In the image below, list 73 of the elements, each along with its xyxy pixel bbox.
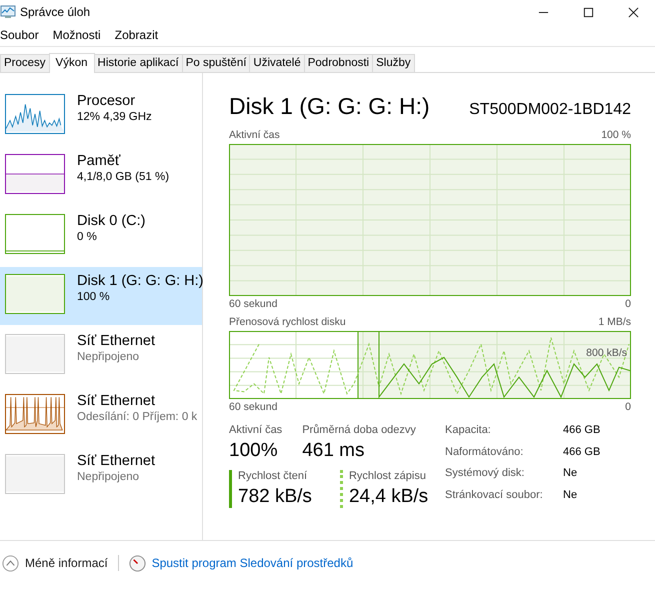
gauge-icon xyxy=(128,554,146,572)
stat-value: 24,4 kB/s xyxy=(348,486,428,508)
item-name: Disk 1 (G: G: G: H:) xyxy=(77,273,204,289)
resource-monitor-link[interactable]: Spustit program Sledování prostředků xyxy=(152,556,354,570)
stat-value: 461 ms xyxy=(302,440,366,462)
chart-max: 1 MB/s xyxy=(598,316,631,328)
graph-thumbnail xyxy=(5,334,65,374)
item-detail: 4,1/8,0 GB (51 %) xyxy=(77,171,170,183)
tab[interactable]: Po spuštění xyxy=(182,54,250,72)
disk-model: ST500DM002-1BD142 xyxy=(469,101,631,119)
window-title: Správce úloh xyxy=(20,5,90,19)
stat-value: 100% xyxy=(229,440,279,462)
item-detail: 100 % xyxy=(77,291,111,303)
graph-thumbnail xyxy=(5,274,65,314)
stat-label: Rychlost zápisu xyxy=(348,470,427,482)
property-label: Naformátováno: xyxy=(445,446,524,460)
stat-value: 782 kB/s xyxy=(238,486,312,508)
property-value: Ne xyxy=(563,488,578,502)
item-detail: 0 % xyxy=(77,231,98,243)
item-name: Paměť xyxy=(77,153,122,169)
fewer-details-button[interactable]: Méně informací xyxy=(2,554,108,572)
chart-min: 0 xyxy=(625,298,631,310)
property-value: Ne xyxy=(563,467,578,481)
menu-item[interactable]: Soubor xyxy=(0,28,39,42)
property-label: Kapacita: xyxy=(445,424,492,438)
chart-min: 0 xyxy=(625,401,631,413)
sidebar-item[interactable]: Paměť 4,1/8,0 GB (51 %) xyxy=(0,147,202,205)
sidebar-item[interactable]: Síť Ethernet Nepřipojeno xyxy=(0,327,202,385)
tab[interactable]: Podrobnosti xyxy=(304,54,374,72)
time-label: 60 sekund xyxy=(229,298,278,310)
item-name: Síť Ethernet xyxy=(77,393,156,409)
app-icon xyxy=(0,5,16,19)
property-label: Systémový disk: xyxy=(445,467,526,481)
close-icon[interactable] xyxy=(628,6,639,18)
property-value: 466 GB xyxy=(563,446,600,460)
sidebar-item[interactable]: Disk 0 (C:) 0 % xyxy=(0,207,202,265)
scale-mark: 800 kB/s xyxy=(586,347,627,359)
tab[interactable]: Historie aplikací xyxy=(94,54,183,72)
stat-label: Rychlost čtení xyxy=(238,470,308,482)
item-name: Síť Ethernet xyxy=(77,333,155,349)
menu-item[interactable]: Zobrazit xyxy=(114,28,158,42)
chart-label: Aktivní čas xyxy=(229,129,280,141)
chart-label: Přenosová rychlost disku xyxy=(229,316,346,328)
graph-thumbnail xyxy=(5,154,65,194)
graph-thumbnail xyxy=(5,94,65,134)
item-detail: Odesílání: 0 Příjem: 0 k xyxy=(77,411,198,423)
item-name: Síť Ethernet xyxy=(77,453,155,469)
tab[interactable]: Uživatelé xyxy=(249,54,305,72)
item-name: Procesor xyxy=(77,93,136,109)
time-label: 60 sekund xyxy=(229,401,278,413)
graph-thumbnail xyxy=(5,214,65,254)
item-detail: Nepřipojeno xyxy=(77,351,140,363)
menu-item[interactable]: Možnosti xyxy=(52,28,101,42)
sidebar-item[interactable]: Síť Ethernet Nepřipojeno xyxy=(0,447,202,505)
item-detail: 12% 4,39 GHz xyxy=(77,111,152,123)
tab[interactable]: Služby xyxy=(372,54,415,72)
graph-thumbnail xyxy=(5,394,65,434)
chevron-up-icon xyxy=(2,554,19,572)
tab[interactable]: Výkon xyxy=(48,53,95,73)
stat-label: Aktivní čas xyxy=(229,424,282,436)
property-value: 466 GB xyxy=(563,424,600,438)
tab[interactable]: Procesy xyxy=(0,54,50,72)
property-label: Stránkovací soubor: xyxy=(445,488,544,502)
disk-title: Disk 1 (G: G: G: H:) xyxy=(229,93,430,120)
sidebar-item[interactable]: Síť Ethernet Odesílání: 0 Příjem: 0 k xyxy=(0,387,202,445)
maximize-icon[interactable] xyxy=(583,6,594,18)
item-detail: Nepřipojeno xyxy=(77,471,140,483)
graph-thumbnail xyxy=(5,454,65,494)
chart-max: 100 % xyxy=(601,129,631,141)
item-name: Disk 0 (C:) xyxy=(77,213,146,229)
sidebar-item[interactable]: Procesor 12% 4,39 GHz xyxy=(0,87,202,145)
stat-label: Průměrná doba odezvy xyxy=(302,424,416,436)
sidebar-item[interactable]: Disk 1 (G: G: G: H:) 100 % xyxy=(0,267,202,325)
